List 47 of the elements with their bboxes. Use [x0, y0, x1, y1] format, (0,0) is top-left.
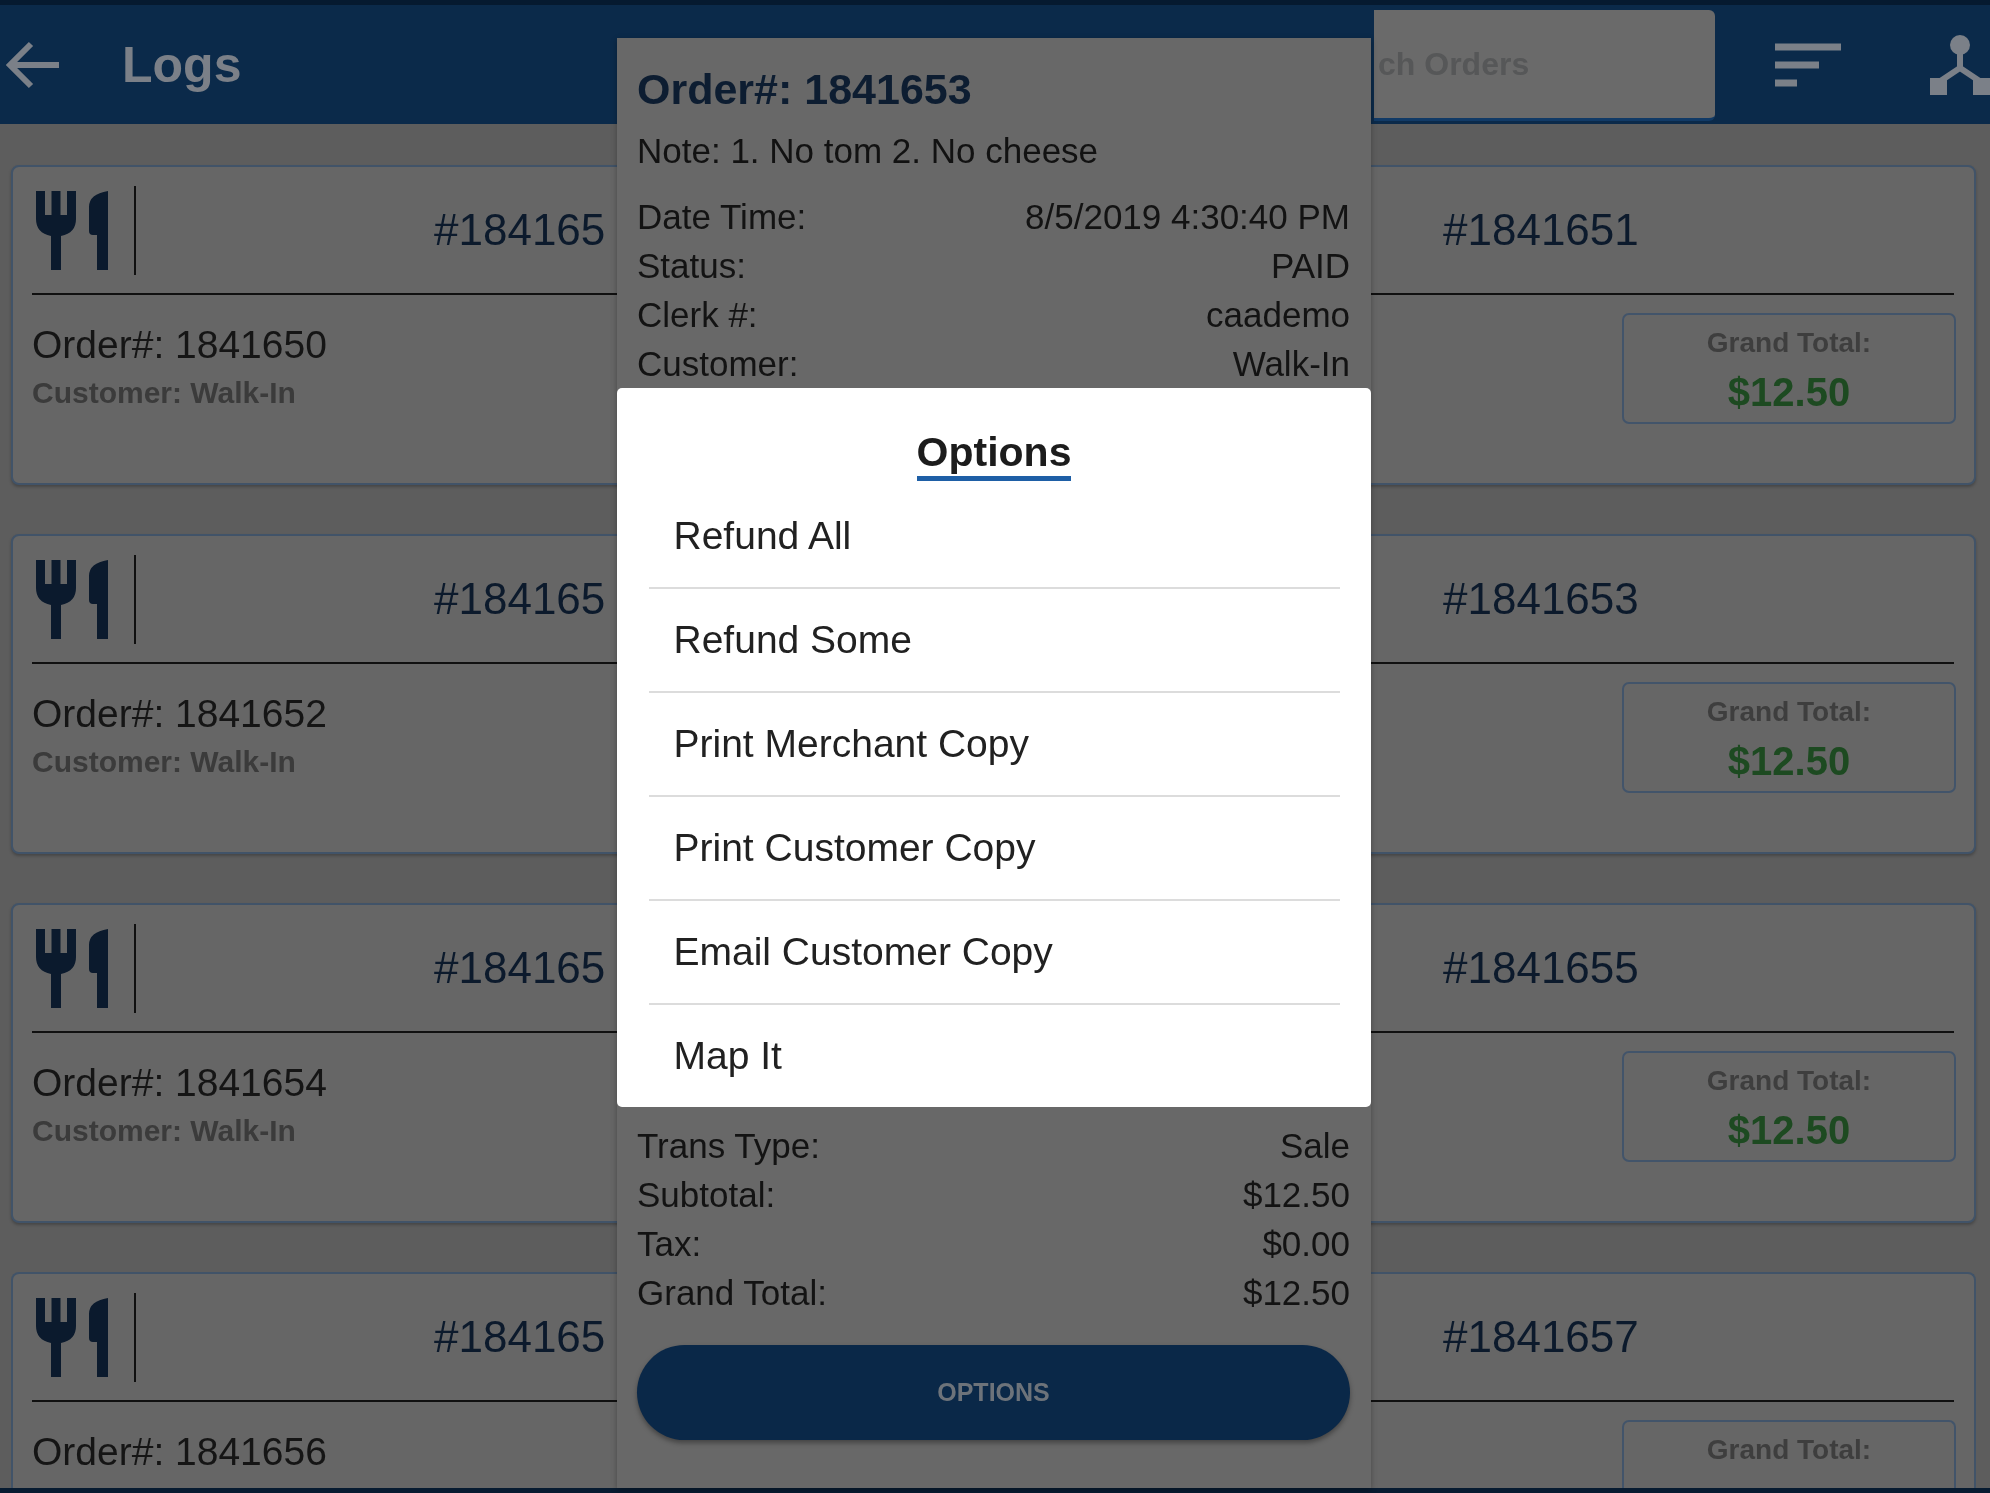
order-number: #184165 [434, 573, 606, 625]
fork-knife-icon [36, 559, 108, 639]
field-value: Sale [1279, 1125, 1350, 1167]
order-id: Order#: 1841654 [32, 1060, 327, 1106]
dialog-title: Options [916, 428, 1072, 481]
fork-knife-icon [36, 928, 108, 1008]
order-number: #1841651 [1443, 204, 1639, 256]
field-label: Tax: [637, 1223, 702, 1265]
field-label: Date Time: [637, 196, 807, 238]
field-label: Clerk #: [637, 294, 758, 336]
field-value: caademo [1206, 294, 1350, 336]
order-id: Order#: 1841650 [32, 322, 327, 368]
field-value: Walk-In [1232, 343, 1350, 385]
order-number: #184165 [434, 1311, 606, 1363]
order-number: #184165 [434, 204, 606, 256]
menu-item[interactable]: Email Customer Copy [648, 901, 1340, 1005]
field-label: Status: [637, 245, 746, 287]
field-value: 8/5/2019 4:30:40 PM [1025, 196, 1350, 238]
field-value: PAID [1270, 245, 1350, 287]
field-label: Customer: [637, 343, 799, 385]
menu-item[interactable]: Print Merchant Copy [648, 693, 1340, 797]
back-arrow-icon[interactable] [3, 39, 61, 90]
grand-total-value: $12.50 [1727, 1107, 1851, 1154]
screen-title: Logs [122, 35, 242, 95]
nodes-icon[interactable] [1930, 34, 1990, 95]
menu-item[interactable]: Print Customer Copy [648, 797, 1340, 901]
field-value: $0.00 [1262, 1223, 1350, 1265]
field-label: Grand Total: [637, 1272, 828, 1314]
order-number: #1841653 [1443, 573, 1639, 625]
sort-icon[interactable] [1775, 42, 1841, 87]
order-number: #1841655 [1443, 942, 1639, 994]
field-label: Subtotal: [637, 1174, 776, 1216]
field-value: $12.50 [1242, 1174, 1350, 1216]
order-id: Order#: 1841656 [32, 1429, 327, 1475]
order-id: Order#: 1841652 [32, 691, 327, 737]
fork-knife-icon [36, 1297, 108, 1377]
field-value: $12.50 [1242, 1272, 1350, 1314]
menu-item[interactable]: Refund Some [648, 589, 1340, 693]
fork-knife-icon [36, 190, 108, 270]
grand-total-value: $12.50 [1727, 738, 1851, 785]
options-button[interactable]: OPTIONS [637, 1345, 1350, 1440]
order-number: #1841657 [1443, 1311, 1639, 1363]
field-label: Trans Type: [637, 1125, 820, 1167]
menu-item[interactable]: Refund All [648, 485, 1340, 589]
grand-total-value: $12.50 [1727, 369, 1851, 416]
order-number: #184165 [434, 942, 606, 994]
order-title: Order#: 1841653 [637, 64, 972, 115]
